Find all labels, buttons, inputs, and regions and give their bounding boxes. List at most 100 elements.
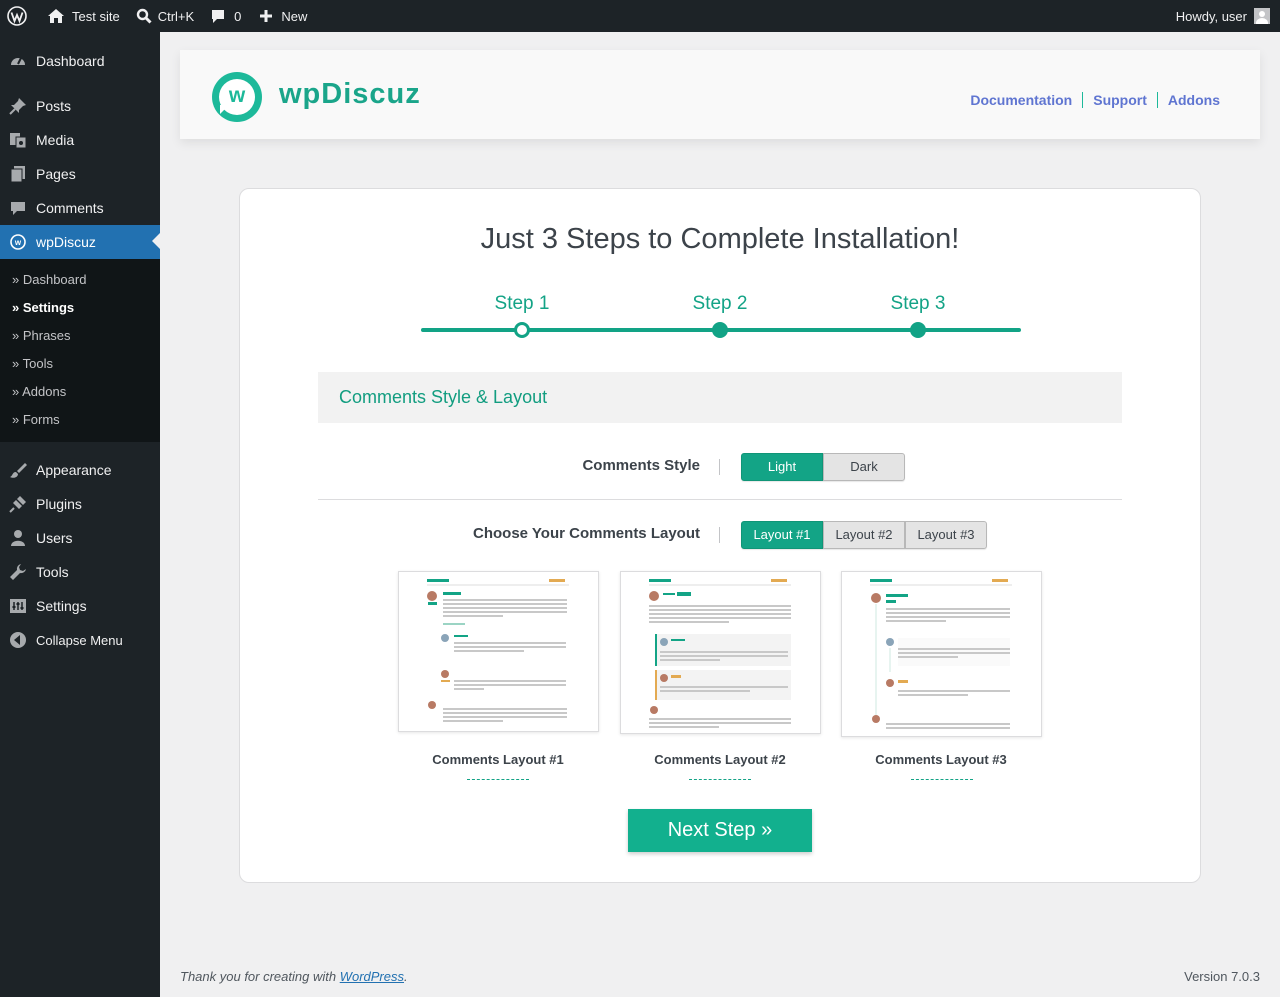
- layout-1-dash: [467, 779, 529, 780]
- pages-icon: [8, 164, 28, 184]
- footer-thanks: Thank you for creating with WordPress.: [180, 969, 408, 984]
- step-1-dot: [514, 322, 530, 338]
- account-menu[interactable]: Howdy, user: [1168, 0, 1280, 32]
- sidebar-item-label: Tools: [36, 564, 69, 580]
- step-2-dot: [712, 322, 728, 338]
- greeting: Howdy, user: [1175, 8, 1247, 24]
- submenu-item-addons[interactable]: » Addons: [0, 378, 160, 406]
- search-shortcut-label: Ctrl+K: [157, 8, 195, 24]
- comments-layout-toggle: Layout #1 Layout #2 Layout #3: [741, 521, 987, 549]
- avatar: [1254, 8, 1270, 24]
- style-light-button[interactable]: Light: [741, 453, 823, 481]
- site-name-link[interactable]: Test site: [39, 0, 128, 32]
- comments-style-toggle: Light Dark: [741, 453, 905, 481]
- header-links: Documentation Support Addons: [970, 92, 1220, 108]
- layout-3-caption: Comments Layout #3: [875, 752, 1007, 767]
- submenu-item-tools[interactable]: » Tools: [0, 350, 160, 378]
- sidebar-item-tools[interactable]: Tools: [0, 555, 160, 589]
- media-icon: [8, 130, 28, 150]
- settings-icon: [8, 596, 28, 616]
- sidebar-item-settings[interactable]: Settings: [0, 589, 160, 623]
- home-icon: [48, 9, 64, 23]
- sidebar-item-media[interactable]: Media: [0, 123, 160, 157]
- wizard-title: Just 3 Steps to Complete Installation!: [480, 223, 960, 255]
- next-step-button[interactable]: Next Step »: [628, 809, 812, 852]
- step-1-label: Step 1: [494, 293, 550, 314]
- sidebar-item-comments[interactable]: Comments: [0, 191, 160, 225]
- layout-2-caption: Comments Layout #2: [654, 752, 786, 767]
- brush-icon: [8, 460, 28, 480]
- new-content-link[interactable]: New: [249, 0, 315, 32]
- documentation-link[interactable]: Documentation: [970, 92, 1082, 108]
- sidebar-item-dashboard[interactable]: Dashboard: [0, 44, 160, 78]
- sidebar-item-wpdiscuz[interactable]: w wpDiscuz: [0, 225, 160, 259]
- collapse-menu-label: Collapse Menu: [36, 632, 123, 648]
- sidebar-item-label: Comments: [36, 200, 104, 216]
- footer-version: Version 7.0.3: [1184, 969, 1260, 984]
- step-2-label: Step 2: [692, 293, 748, 314]
- step-3-dot: [910, 322, 926, 338]
- wordpress-link[interactable]: WordPress: [340, 969, 404, 984]
- wpdiscuz-header: w wpDiscuz Documentation Support Addons: [180, 50, 1260, 139]
- submenu-item-phrases[interactable]: » Phrases: [0, 322, 160, 350]
- brand-title: wpDiscuz: [279, 78, 421, 110]
- sidebar-item-pages[interactable]: Pages: [0, 157, 160, 191]
- sidebar-item-label: Users: [36, 530, 73, 546]
- comment-bubble-icon: [212, 10, 225, 23]
- admin-bar: Test site Ctrl+K 0 New Howdy, user: [0, 0, 1280, 32]
- wpdiscuz-submenu: » Dashboard » Settings » Phrases » Tools…: [0, 259, 160, 442]
- layout-2-preview[interactable]: [620, 571, 821, 734]
- wizard-card: Just 3 Steps to Complete Installation! S…: [239, 188, 1201, 883]
- comments-style-label: Comments Style: [582, 457, 700, 474]
- comments-count: 0: [234, 8, 242, 24]
- footer-thanks-text: Thank you for creating with: [180, 969, 340, 984]
- dashboard-icon: [8, 51, 28, 71]
- sidebar-item-label: Appearance: [36, 462, 112, 478]
- sidebar-item-posts[interactable]: Posts: [0, 89, 160, 123]
- sidebar-item-label: Plugins: [36, 496, 82, 512]
- collapse-menu-button[interactable]: Collapse Menu: [0, 623, 160, 657]
- pin-icon: [8, 96, 28, 116]
- plug-icon: [8, 494, 28, 514]
- separator: [719, 527, 720, 543]
- sidebar-item-label: Media: [36, 132, 75, 148]
- sidebar-item-label: Posts: [36, 98, 72, 114]
- plus-icon: [260, 10, 273, 22]
- comments-link[interactable]: 0: [202, 0, 249, 32]
- wpdiscuz-logo-icon: w: [212, 72, 262, 122]
- new-label: New: [281, 8, 308, 24]
- footer-thanks-suffix: .: [404, 969, 408, 984]
- submenu-item-dashboard[interactable]: » Dashboard: [0, 266, 160, 294]
- layout-2-button[interactable]: Layout #2: [823, 521, 905, 549]
- sidebar-item-label: Pages: [36, 166, 76, 182]
- collapse-icon: [8, 630, 28, 650]
- submenu-item-forms[interactable]: » Forms: [0, 406, 160, 434]
- addons-link[interactable]: Addons: [1156, 92, 1220, 108]
- layout-3-dash: [911, 779, 973, 780]
- layout-3-preview[interactable]: [841, 571, 1042, 737]
- sidebar-item-users[interactable]: Users: [0, 521, 160, 555]
- section-header: Comments Style & Layout: [318, 372, 1122, 423]
- sidebar-item-label: Settings: [36, 598, 87, 614]
- comment-icon: [8, 198, 28, 218]
- user-icon: [8, 528, 28, 548]
- sidebar-item-plugins[interactable]: Plugins: [0, 487, 160, 521]
- wpdiscuz-icon: w: [8, 232, 28, 252]
- layout-1-preview[interactable]: [398, 571, 599, 732]
- support-link[interactable]: Support: [1082, 92, 1157, 108]
- divider: [318, 499, 1122, 500]
- step-3-label: Step 3: [890, 293, 946, 314]
- submenu-item-settings[interactable]: » Settings: [0, 294, 160, 322]
- comments-layout-label: Choose Your Comments Layout: [473, 525, 700, 542]
- sidebar-item-appearance[interactable]: Appearance: [0, 453, 160, 487]
- style-dark-button[interactable]: Dark: [823, 453, 905, 481]
- site-name: Test site: [72, 8, 120, 24]
- section-title: Comments Style & Layout: [339, 387, 548, 407]
- logo-letter: w: [228, 84, 246, 107]
- layout-3-button[interactable]: Layout #3: [905, 521, 987, 549]
- layout-2-dash: [689, 779, 751, 780]
- wrench-icon: [8, 562, 28, 582]
- search-shortcut[interactable]: Ctrl+K: [128, 0, 202, 32]
- layout-1-button[interactable]: Layout #1: [741, 521, 823, 549]
- wordpress-logo-icon[interactable]: [0, 0, 39, 32]
